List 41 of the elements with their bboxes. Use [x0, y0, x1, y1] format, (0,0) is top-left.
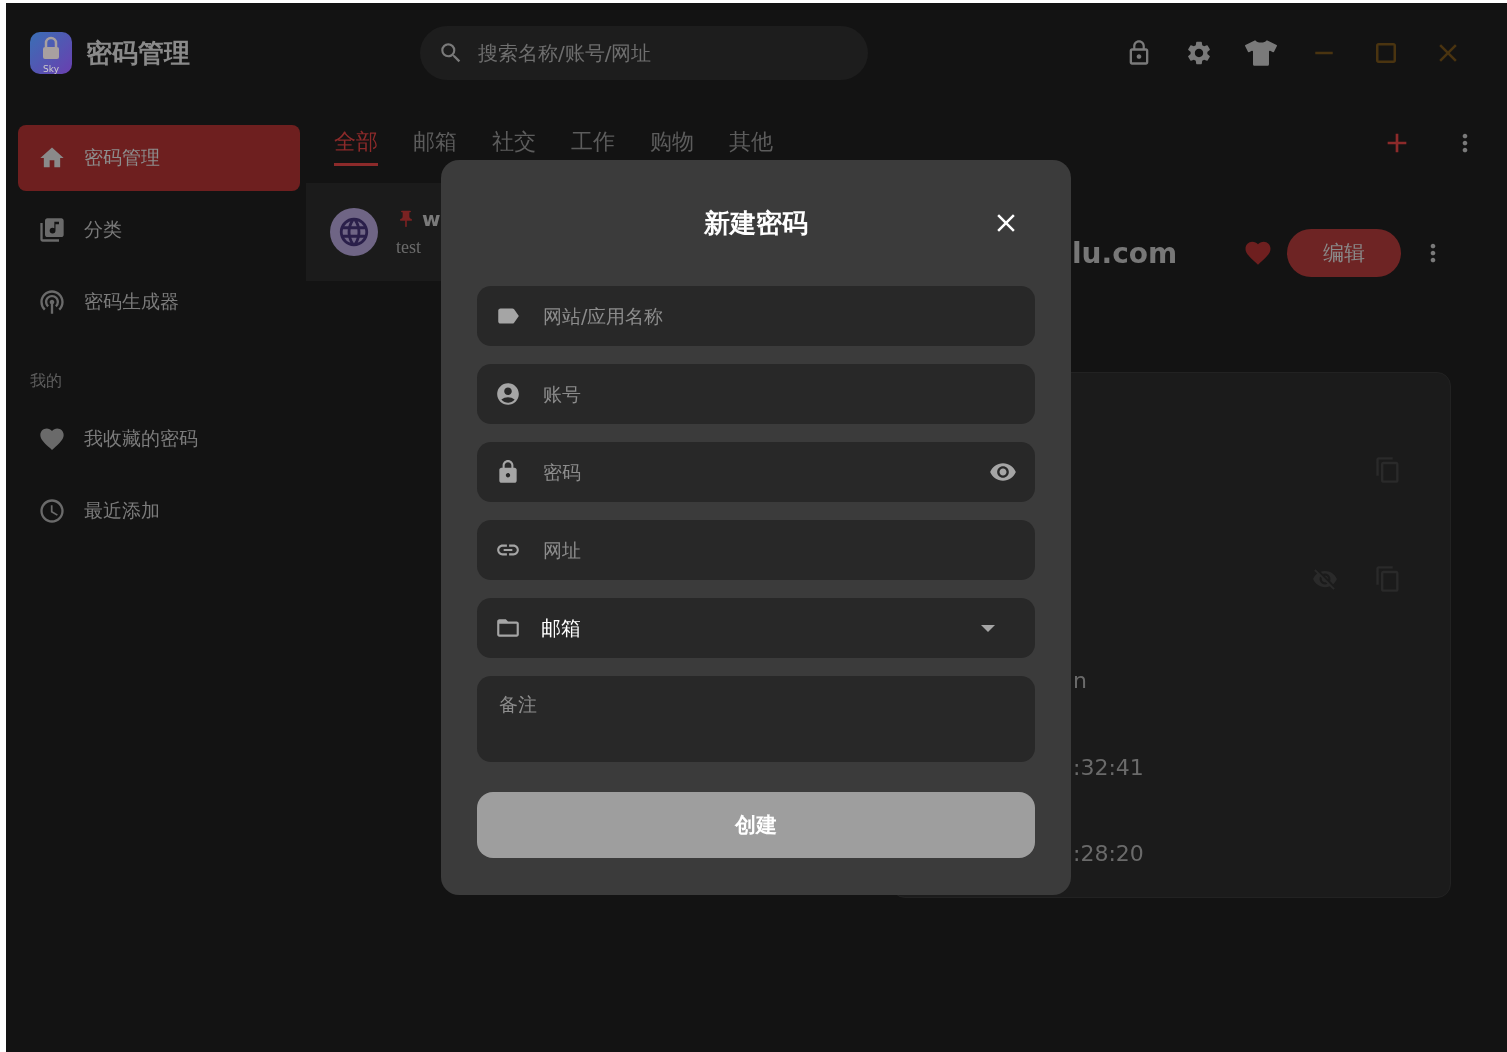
category-tab[interactable]: 其他: [729, 120, 773, 166]
sidebar-item[interactable]: 密码管理: [18, 125, 300, 191]
detail-value: :32:41: [1073, 755, 1144, 781]
search-input[interactable]: 搜索名称/账号/网址: [476, 26, 850, 80]
sidebar-label: 分类: [84, 217, 122, 242]
notes-field[interactable]: 备注: [477, 676, 1035, 762]
category-select[interactable]: 邮箱: [477, 598, 1035, 658]
category-tab[interactable]: 全部: [334, 120, 378, 166]
music-library-icon: [38, 216, 66, 244]
sidebar-label: 最近添加: [84, 498, 160, 523]
search-field[interactable]: 搜索名称/账号/网址: [420, 26, 868, 80]
category-tab[interactable]: 社交: [492, 120, 536, 166]
password-field[interactable]: 密码: [477, 442, 1035, 502]
password-input[interactable]: 密码: [541, 442, 969, 502]
sidebar-label: 我收藏的密码: [84, 426, 198, 451]
item-title: w: [422, 206, 441, 231]
dialog-title: 新建密码: [704, 206, 808, 240]
globe-icon: [330, 208, 378, 256]
item-subtitle: test: [396, 236, 422, 258]
caret-icon: [981, 624, 995, 632]
sidebar-item[interactable]: 我收藏的密码: [18, 406, 300, 472]
category-tab[interactable]: 工作: [571, 120, 615, 166]
clock-icon: [38, 497, 66, 525]
sidebar-item[interactable]: 最近添加: [18, 478, 300, 544]
settings-icon[interactable]: [1185, 39, 1213, 67]
account-icon: [495, 381, 521, 407]
app-logo: Sky: [30, 32, 72, 74]
edit-button[interactable]: 编辑: [1287, 229, 1401, 277]
detail-value: :28:20: [1073, 841, 1144, 867]
sidebar-item[interactable]: 密码生成器: [18, 269, 300, 335]
sidebar-label: 密码管理: [84, 145, 160, 170]
detail-title: lu.com: [1072, 236, 1178, 270]
section-label: 我的: [29, 370, 63, 392]
sidebar-label: 密码生成器: [84, 289, 179, 314]
category-tab[interactable]: 邮箱: [413, 120, 457, 166]
sidebar-item[interactable]: 分类: [18, 197, 300, 263]
category-tab[interactable]: 购物: [650, 120, 694, 166]
tshirt-icon[interactable]: [1245, 37, 1277, 69]
app-title: 密码管理: [86, 36, 190, 70]
broadcast-icon: [38, 288, 66, 316]
detail-value: n: [1073, 667, 1087, 693]
